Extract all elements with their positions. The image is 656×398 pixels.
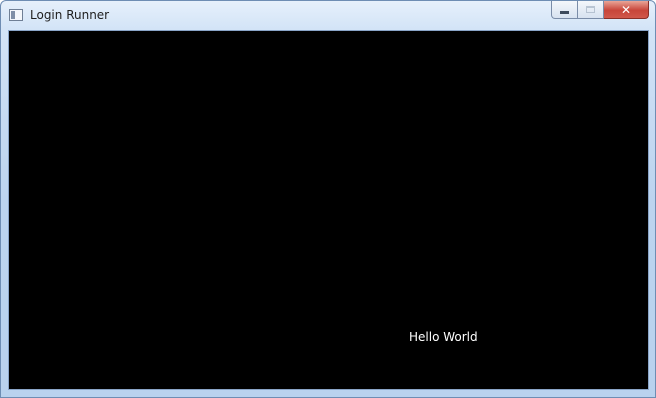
minimize-icon bbox=[560, 10, 569, 14]
application-window-icon[interactable] bbox=[9, 9, 23, 21]
maximize-button[interactable] bbox=[578, 1, 604, 19]
hello-world-text: Hello World bbox=[409, 330, 478, 344]
caption-buttons: ✕ bbox=[551, 1, 649, 20]
window-title: Login Runner bbox=[30, 8, 110, 22]
close-button[interactable]: ✕ bbox=[604, 1, 649, 19]
minimize-button[interactable] bbox=[551, 1, 578, 19]
app-window: Login Runner ✕ Hello World bbox=[0, 0, 656, 398]
maximize-icon bbox=[586, 6, 595, 13]
close-icon: ✕ bbox=[620, 2, 632, 17]
title-bar[interactable]: Login Runner ✕ bbox=[1, 1, 655, 30]
client-area: Hello World bbox=[8, 30, 649, 390]
